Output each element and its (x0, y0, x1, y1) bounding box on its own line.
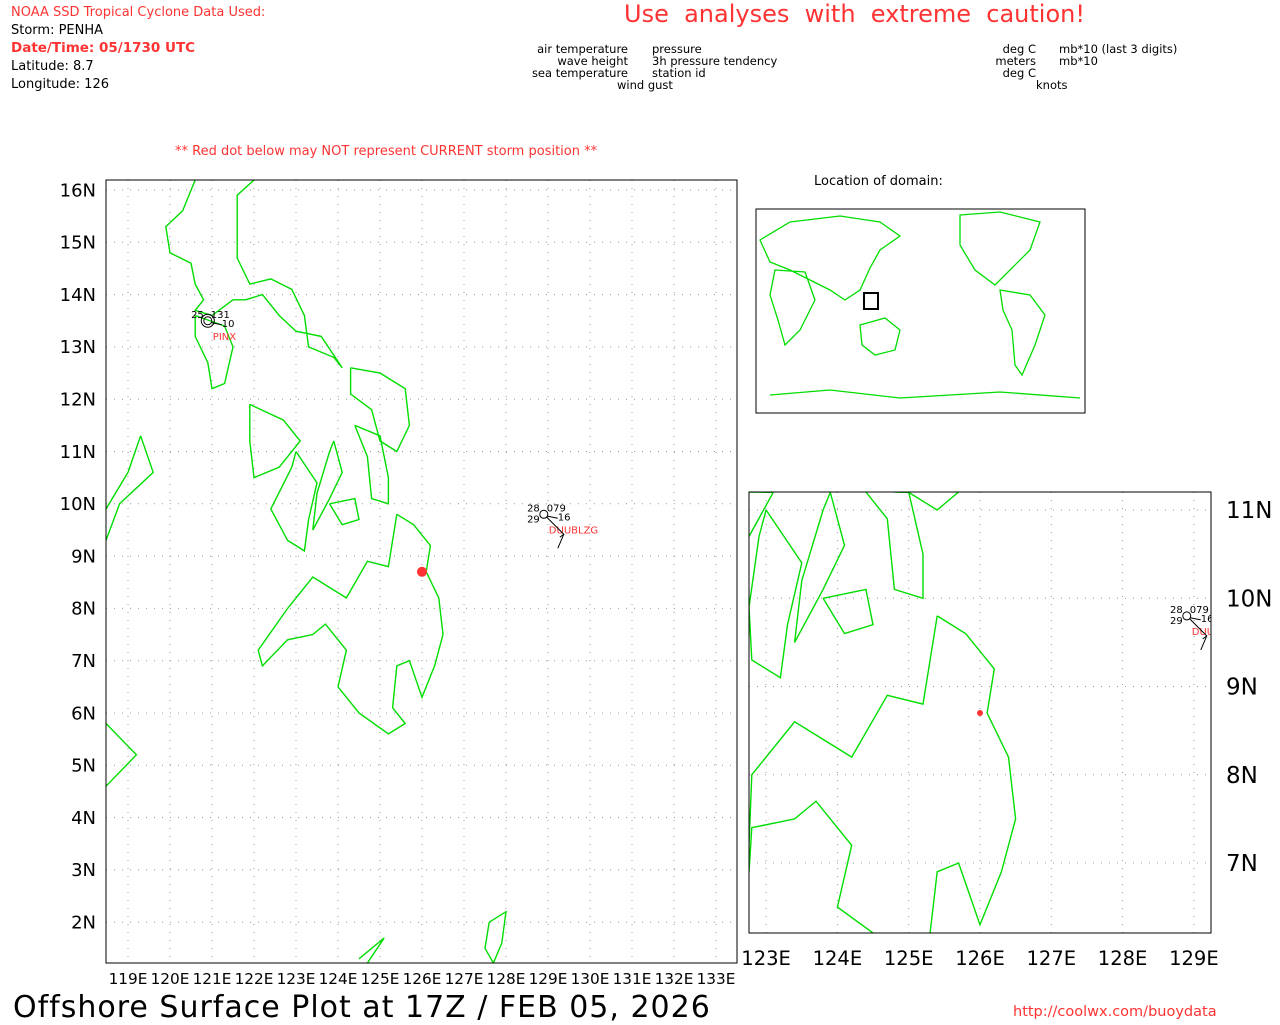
station-id: PINX (621, 300, 644, 311)
lat-label: 11N (60, 442, 96, 463)
coastline (822, 588, 874, 635)
station-tendency: 10 (222, 319, 235, 330)
lon-label: 133E (697, 970, 736, 988)
coastline (358, 937, 385, 963)
coastline (865, 492, 924, 600)
lat-label: 11N (1226, 498, 1272, 524)
lon-label: 125E (884, 947, 934, 970)
station-sea-temp: 29 (1170, 616, 1183, 627)
locator-frame (755, 208, 1086, 414)
lon-label: 128E (487, 970, 526, 988)
coastline (894, 492, 960, 511)
lon-label: 126E (403, 970, 442, 988)
storm-position-dot (977, 709, 983, 716)
coastline (165, 180, 343, 369)
map-canvas: 25 131 10 PINX 282907916DUUBLZG 16N 15N 14N 13N 1… (60, 179, 1272, 988)
lon-label: 131E (613, 970, 652, 988)
lat-label: 15N (60, 233, 96, 254)
lat-label: 9N (71, 546, 96, 567)
lat-label: 14N (60, 285, 96, 306)
main-map: 25 131 10 PINX 282907916DUUBLZG 16N 15N 14N 13N 1… (60, 179, 738, 988)
lat-label: 7N (1226, 851, 1258, 877)
lat-label: 9N (1226, 675, 1258, 701)
station-model: 25 13110PINX (191, 310, 236, 343)
coastline (329, 497, 360, 526)
station-id: PINX (213, 332, 236, 343)
lat-label: 6N (71, 703, 96, 724)
lat-label: 5N (71, 756, 96, 777)
coastline (106, 723, 138, 787)
station-air-temp: 28 (527, 503, 540, 514)
lon-label: 124E (319, 970, 358, 988)
lon-label: 124E (813, 947, 863, 970)
lon-label: 127E (445, 970, 484, 988)
lat-label: 8N (71, 599, 96, 620)
lon-label: 120E (151, 970, 190, 988)
tendency-mark (620, 291, 630, 293)
station-air-temp: 28 (1170, 605, 1183, 616)
coastline (106, 435, 155, 541)
station-tendency: 16 (1201, 614, 1214, 625)
lat-label: 16N (60, 180, 96, 201)
lat-label: 2N (71, 913, 96, 934)
coastline (749, 509, 803, 679)
station-model: 282907916DUUBLZG (527, 503, 598, 549)
lon-label: 119E (109, 970, 148, 988)
station-sea-temp: 29 (527, 514, 540, 525)
lon-label: 129E (1169, 947, 1219, 970)
station-circle-icon (612, 285, 620, 293)
lon-label: 125E (361, 970, 400, 988)
lat-label: 4N (71, 808, 96, 829)
map-content: 25 131 10 PINX 282907916DUUBLZG (106, 180, 737, 963)
station-tendency: 16 (558, 512, 571, 523)
coastline (106, 435, 142, 510)
coastline (354, 424, 390, 505)
lon-label: 121E (193, 970, 232, 988)
lon-label: 130E (571, 970, 610, 988)
lon-label: 128E (1098, 947, 1148, 970)
lon-label: 123E (741, 947, 791, 970)
coastline (270, 451, 318, 553)
lon-label: 129E (529, 970, 568, 988)
station-air-temp: 25 (191, 310, 204, 321)
coastline (749, 615, 938, 933)
lat-label: 8N (1226, 763, 1258, 789)
lat-label: 12N (60, 390, 96, 411)
lon-label: 126E (955, 947, 1005, 970)
footer-url[interactable]: http://coolwx.com/buoydata (1013, 1005, 1217, 1020)
coastline (793, 492, 846, 643)
lon-label: 127E (1026, 947, 1076, 970)
lon-label: 132E (655, 970, 694, 988)
footer-title: Offshore Surface Plot at 17Z / FEB 05, 2… (13, 990, 711, 1025)
lat-label: 10N (60, 494, 96, 515)
station-model: 25 13110PINX (600, 278, 645, 311)
tendency-mark (1190, 617, 1201, 621)
lon-label: 122E (235, 970, 274, 988)
lat-label: 10N (1226, 586, 1272, 612)
lon-label: 123E (277, 970, 316, 988)
lat-label: 3N (71, 860, 96, 881)
storm-position-dot (417, 566, 427, 577)
tendency-mark (547, 515, 558, 519)
station-circle-icon (610, 283, 623, 296)
coastline (929, 615, 1017, 933)
coastline (257, 513, 444, 735)
lat-label: 13N (60, 337, 96, 358)
lat-label: 7N (71, 651, 96, 672)
domain-locator-map (755, 208, 1086, 414)
station-pressure: 131 (619, 278, 638, 289)
station-air-temp: 25 (600, 278, 613, 289)
coastline (484, 910, 507, 963)
